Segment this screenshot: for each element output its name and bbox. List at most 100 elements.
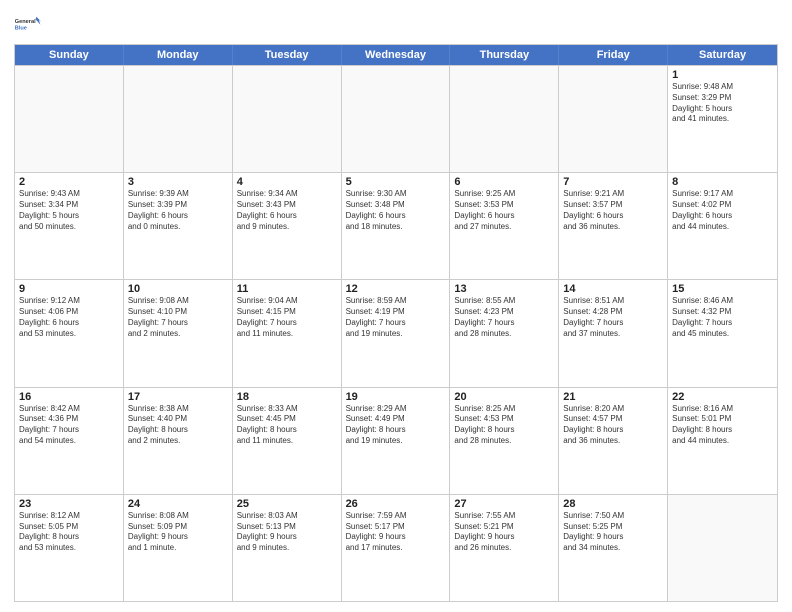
calendar-cell: 14Sunrise: 8:51 AM Sunset: 4:28 PM Dayli… (559, 280, 668, 386)
day-info: Sunrise: 9:34 AM Sunset: 3:43 PM Dayligh… (237, 189, 337, 232)
day-info: Sunrise: 7:50 AM Sunset: 5:25 PM Dayligh… (563, 511, 663, 554)
calendar-cell: 5Sunrise: 9:30 AM Sunset: 3:48 PM Daylig… (342, 173, 451, 279)
header: GeneralBlue (14, 10, 778, 38)
calendar-cell: 24Sunrise: 8:08 AM Sunset: 5:09 PM Dayli… (124, 495, 233, 601)
day-info: Sunrise: 7:55 AM Sunset: 5:21 PM Dayligh… (454, 511, 554, 554)
calendar-cell (124, 66, 233, 172)
calendar-cell: 23Sunrise: 8:12 AM Sunset: 5:05 PM Dayli… (15, 495, 124, 601)
calendar-row: 2Sunrise: 9:43 AM Sunset: 3:34 PM Daylig… (15, 172, 777, 279)
day-info: Sunrise: 8:38 AM Sunset: 4:40 PM Dayligh… (128, 404, 228, 447)
day-info: Sunrise: 8:46 AM Sunset: 4:32 PM Dayligh… (672, 296, 773, 339)
calendar-row: 9Sunrise: 9:12 AM Sunset: 4:06 PM Daylig… (15, 279, 777, 386)
day-info: Sunrise: 8:12 AM Sunset: 5:05 PM Dayligh… (19, 511, 119, 554)
day-number: 18 (237, 391, 337, 403)
day-number: 19 (346, 391, 446, 403)
logo-icon: GeneralBlue (14, 10, 42, 38)
calendar-cell: 2Sunrise: 9:43 AM Sunset: 3:34 PM Daylig… (15, 173, 124, 279)
day-number: 26 (346, 498, 446, 510)
day-number: 10 (128, 283, 228, 295)
calendar-cell: 11Sunrise: 9:04 AM Sunset: 4:15 PM Dayli… (233, 280, 342, 386)
day-info: Sunrise: 8:59 AM Sunset: 4:19 PM Dayligh… (346, 296, 446, 339)
weekday-header: Saturday (668, 45, 777, 65)
day-info: Sunrise: 9:08 AM Sunset: 4:10 PM Dayligh… (128, 296, 228, 339)
day-number: 13 (454, 283, 554, 295)
weekday-header: Thursday (450, 45, 559, 65)
day-number: 24 (128, 498, 228, 510)
calendar: SundayMondayTuesdayWednesdayThursdayFrid… (14, 44, 778, 602)
day-info: Sunrise: 8:42 AM Sunset: 4:36 PM Dayligh… (19, 404, 119, 447)
day-info: Sunrise: 8:16 AM Sunset: 5:01 PM Dayligh… (672, 404, 773, 447)
day-info: Sunrise: 7:59 AM Sunset: 5:17 PM Dayligh… (346, 511, 446, 554)
calendar-row: 16Sunrise: 8:42 AM Sunset: 4:36 PM Dayli… (15, 387, 777, 494)
day-number: 16 (19, 391, 119, 403)
weekday-header: Monday (124, 45, 233, 65)
day-info: Sunrise: 8:20 AM Sunset: 4:57 PM Dayligh… (563, 404, 663, 447)
weekday-header: Tuesday (233, 45, 342, 65)
day-number: 9 (19, 283, 119, 295)
calendar-cell: 22Sunrise: 8:16 AM Sunset: 5:01 PM Dayli… (668, 388, 777, 494)
calendar-cell: 27Sunrise: 7:55 AM Sunset: 5:21 PM Dayli… (450, 495, 559, 601)
day-info: Sunrise: 8:29 AM Sunset: 4:49 PM Dayligh… (346, 404, 446, 447)
calendar-cell: 7Sunrise: 9:21 AM Sunset: 3:57 PM Daylig… (559, 173, 668, 279)
calendar-cell: 4Sunrise: 9:34 AM Sunset: 3:43 PM Daylig… (233, 173, 342, 279)
day-info: Sunrise: 9:48 AM Sunset: 3:29 PM Dayligh… (672, 82, 773, 125)
day-number: 23 (19, 498, 119, 510)
calendar-cell: 1Sunrise: 9:48 AM Sunset: 3:29 PM Daylig… (668, 66, 777, 172)
day-number: 11 (237, 283, 337, 295)
calendar-cell: 19Sunrise: 8:29 AM Sunset: 4:49 PM Dayli… (342, 388, 451, 494)
svg-text:General: General (15, 19, 36, 25)
day-number: 4 (237, 176, 337, 188)
calendar-row: 1Sunrise: 9:48 AM Sunset: 3:29 PM Daylig… (15, 65, 777, 172)
calendar-cell: 28Sunrise: 7:50 AM Sunset: 5:25 PM Dayli… (559, 495, 668, 601)
calendar-cell: 16Sunrise: 8:42 AM Sunset: 4:36 PM Dayli… (15, 388, 124, 494)
day-number: 25 (237, 498, 337, 510)
weekday-header: Wednesday (342, 45, 451, 65)
logo: GeneralBlue (14, 10, 42, 38)
day-info: Sunrise: 9:04 AM Sunset: 4:15 PM Dayligh… (237, 296, 337, 339)
calendar-body: 1Sunrise: 9:48 AM Sunset: 3:29 PM Daylig… (15, 65, 777, 601)
day-number: 17 (128, 391, 228, 403)
calendar-cell (342, 66, 451, 172)
day-info: Sunrise: 8:51 AM Sunset: 4:28 PM Dayligh… (563, 296, 663, 339)
weekday-header: Sunday (15, 45, 124, 65)
calendar-cell: 26Sunrise: 7:59 AM Sunset: 5:17 PM Dayli… (342, 495, 451, 601)
day-info: Sunrise: 9:25 AM Sunset: 3:53 PM Dayligh… (454, 189, 554, 232)
day-info: Sunrise: 8:55 AM Sunset: 4:23 PM Dayligh… (454, 296, 554, 339)
day-number: 15 (672, 283, 773, 295)
calendar-cell: 18Sunrise: 8:33 AM Sunset: 4:45 PM Dayli… (233, 388, 342, 494)
day-number: 21 (563, 391, 663, 403)
calendar-cell: 15Sunrise: 8:46 AM Sunset: 4:32 PM Dayli… (668, 280, 777, 386)
calendar-cell: 12Sunrise: 8:59 AM Sunset: 4:19 PM Dayli… (342, 280, 451, 386)
day-info: Sunrise: 9:39 AM Sunset: 3:39 PM Dayligh… (128, 189, 228, 232)
day-info: Sunrise: 8:25 AM Sunset: 4:53 PM Dayligh… (454, 404, 554, 447)
day-info: Sunrise: 8:08 AM Sunset: 5:09 PM Dayligh… (128, 511, 228, 554)
calendar-cell: 8Sunrise: 9:17 AM Sunset: 4:02 PM Daylig… (668, 173, 777, 279)
page: GeneralBlue SundayMondayTuesdayWednesday… (0, 0, 792, 612)
day-info: Sunrise: 9:17 AM Sunset: 4:02 PM Dayligh… (672, 189, 773, 232)
day-number: 7 (563, 176, 663, 188)
calendar-cell: 9Sunrise: 9:12 AM Sunset: 4:06 PM Daylig… (15, 280, 124, 386)
day-info: Sunrise: 9:21 AM Sunset: 3:57 PM Dayligh… (563, 189, 663, 232)
calendar-header: SundayMondayTuesdayWednesdayThursdayFrid… (15, 45, 777, 65)
day-number: 22 (672, 391, 773, 403)
day-number: 5 (346, 176, 446, 188)
day-number: 14 (563, 283, 663, 295)
day-number: 12 (346, 283, 446, 295)
day-number: 27 (454, 498, 554, 510)
calendar-cell (15, 66, 124, 172)
weekday-header: Friday (559, 45, 668, 65)
calendar-cell: 25Sunrise: 8:03 AM Sunset: 5:13 PM Dayli… (233, 495, 342, 601)
day-number: 3 (128, 176, 228, 188)
day-number: 28 (563, 498, 663, 510)
calendar-cell (233, 66, 342, 172)
day-number: 6 (454, 176, 554, 188)
calendar-cell (559, 66, 668, 172)
calendar-cell: 21Sunrise: 8:20 AM Sunset: 4:57 PM Dayli… (559, 388, 668, 494)
calendar-cell: 13Sunrise: 8:55 AM Sunset: 4:23 PM Dayli… (450, 280, 559, 386)
calendar-cell: 17Sunrise: 8:38 AM Sunset: 4:40 PM Dayli… (124, 388, 233, 494)
day-number: 2 (19, 176, 119, 188)
day-info: Sunrise: 9:43 AM Sunset: 3:34 PM Dayligh… (19, 189, 119, 232)
calendar-cell: 10Sunrise: 9:08 AM Sunset: 4:10 PM Dayli… (124, 280, 233, 386)
day-info: Sunrise: 8:33 AM Sunset: 4:45 PM Dayligh… (237, 404, 337, 447)
day-number: 20 (454, 391, 554, 403)
